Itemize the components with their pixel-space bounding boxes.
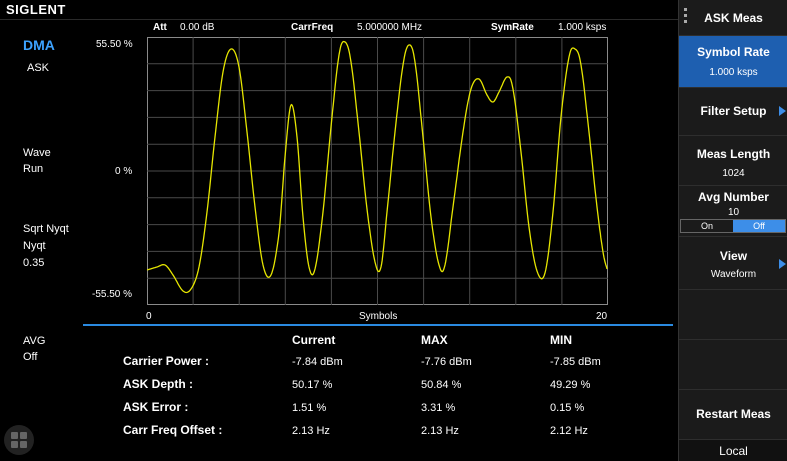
avg-toggle-on[interactable]: On bbox=[681, 220, 733, 232]
ask-error-min: 0.15 % bbox=[550, 402, 585, 414]
y-axis-mid-label: 0 % bbox=[115, 166, 133, 177]
x-axis-start-label: 0 bbox=[146, 311, 152, 322]
carrfreq-value: 5.000000 MHz bbox=[357, 22, 423, 33]
avg-number-label: Avg Number bbox=[698, 190, 769, 204]
carrier-power-min: -7.85 dBm bbox=[550, 356, 601, 368]
filter-setup-label: Filter Setup bbox=[700, 104, 767, 118]
avg-label: AVG bbox=[23, 335, 46, 347]
restart-meas-label: Restart Meas bbox=[696, 407, 771, 421]
carr-freq-offset-max: 2.13 Hz bbox=[421, 425, 459, 437]
avg-toggle-off[interactable]: Off bbox=[733, 220, 785, 232]
symrate-label: SymRate bbox=[491, 22, 534, 33]
waveform-plot[interactable] bbox=[147, 37, 608, 305]
filter-alpha: 0.35 bbox=[23, 257, 45, 269]
carr-freq-offset-current: 2.13 Hz bbox=[292, 425, 330, 437]
symrate-value: 1.000 ksps bbox=[558, 22, 607, 33]
results-divider bbox=[83, 324, 673, 326]
ask-depth-current: 50.17 % bbox=[292, 379, 333, 391]
softkey-menu: ASK Meas Symbol Rate 1.000 ksps Filter S… bbox=[678, 0, 787, 461]
ask-error-current: 1.51 % bbox=[292, 402, 327, 414]
avg-number-value: 10 bbox=[727, 207, 740, 218]
ask-depth-min: 49.29 % bbox=[550, 379, 591, 391]
filter-label-2: Nyqt bbox=[23, 240, 46, 252]
carrier-power-max: -7.76 dBm bbox=[421, 356, 472, 368]
view-label: View bbox=[719, 249, 748, 263]
view-value: Waveform bbox=[710, 269, 757, 280]
att-value: 0.00 dB bbox=[180, 22, 215, 33]
att-label: Att bbox=[153, 22, 167, 33]
y-axis-top-label: 55.50 % bbox=[96, 39, 133, 50]
app-grid-icon[interactable] bbox=[4, 425, 34, 455]
softkey-restart-meas[interactable]: Restart Meas bbox=[679, 390, 787, 440]
softkey-filter-setup[interactable]: Filter Setup bbox=[679, 88, 787, 136]
row-label-carr-freq-offset: Carr Freq Offset : bbox=[123, 423, 223, 437]
softkey-symbol-rate[interactable]: Symbol Rate 1.000 ksps bbox=[679, 36, 787, 88]
x-axis-end-label: 20 bbox=[596, 311, 608, 322]
row-label-ask-error: ASK Error : bbox=[123, 400, 189, 414]
filter-label: Sqrt Nyqt bbox=[23, 223, 69, 235]
ask-depth-max: 50.84 % bbox=[421, 379, 462, 391]
meas-length-value: 1024 bbox=[722, 168, 745, 179]
modulation-type: ASK bbox=[27, 62, 50, 74]
carr-freq-offset-min: 2.12 Hz bbox=[550, 425, 588, 437]
wave-label: Wave bbox=[23, 147, 51, 159]
brand-logo: SIGLENT bbox=[6, 2, 66, 17]
col-max: MAX bbox=[421, 333, 448, 347]
carrier-power-current: -7.84 dBm bbox=[292, 356, 343, 368]
softkey-view[interactable]: View Waveform bbox=[679, 236, 787, 290]
ask-error-max: 3.31 % bbox=[421, 402, 456, 414]
menu-header: ASK Meas bbox=[679, 0, 787, 36]
x-axis-label: Symbols bbox=[359, 311, 398, 322]
y-axis-bottom-label: -55.50 % bbox=[92, 289, 133, 300]
row-label-carrier-power: Carrier Power : bbox=[123, 354, 210, 368]
carrfreq-label: CarrFreq bbox=[291, 22, 334, 33]
softkey-empty-1 bbox=[679, 290, 787, 340]
softkey-empty-2 bbox=[679, 340, 787, 390]
top-bar: SIGLENT bbox=[0, 0, 678, 20]
col-min: MIN bbox=[550, 333, 572, 347]
submenu-arrow-icon bbox=[779, 106, 786, 116]
col-current: Current bbox=[292, 333, 336, 347]
meas-length-label: Meas Length bbox=[696, 147, 771, 161]
menu-title: ASK Meas bbox=[704, 11, 763, 25]
avg-toggle[interactable]: On Off bbox=[680, 219, 786, 233]
local-button[interactable]: Local bbox=[679, 440, 787, 461]
local-label: Local bbox=[719, 444, 748, 458]
mode-title: DMA bbox=[23, 37, 55, 53]
wave-value: Run bbox=[23, 163, 44, 175]
row-label-ask-depth: ASK Depth : bbox=[123, 377, 193, 391]
symbol-rate-value: 1.000 ksps bbox=[709, 67, 758, 78]
avg-value: Off bbox=[23, 351, 38, 363]
symbol-rate-label: Symbol Rate bbox=[697, 45, 770, 59]
softkey-meas-length[interactable]: Meas Length 1024 bbox=[679, 136, 787, 186]
submenu-arrow-icon bbox=[779, 259, 786, 269]
